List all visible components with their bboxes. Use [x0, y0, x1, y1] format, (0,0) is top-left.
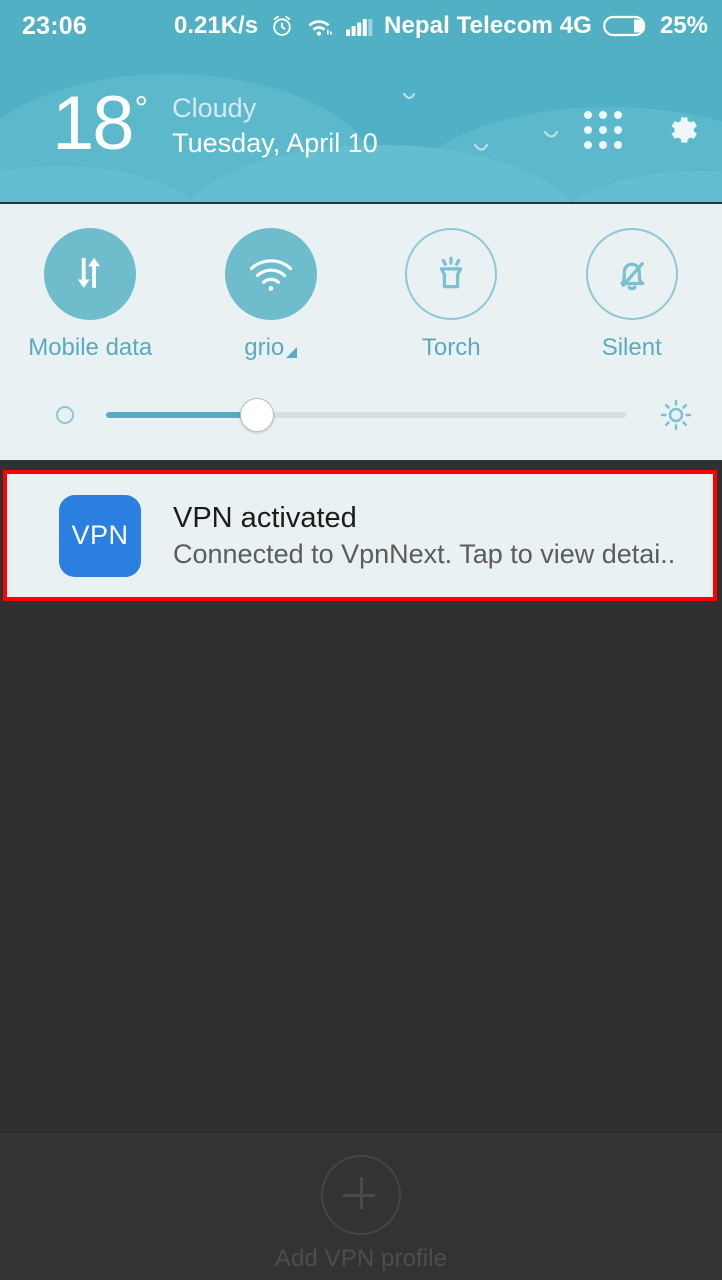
notification-highlight-box: VPN VPN activated Connected to VpnNext. … [3, 470, 717, 601]
qs-label-text: Torch [421, 334, 481, 361]
qs-label-torch: Torch [422, 334, 481, 362]
brightness-slider-fill [106, 412, 257, 418]
qs-toggle-torch[interactable]: Torch [361, 228, 542, 362]
qs-label-wifi: grio [244, 334, 298, 362]
weather-header[interactable]: 18 ° Cloudy Tuesday, April 10 [0, 52, 722, 202]
temperature: 18 ° [52, 81, 149, 166]
qs-label-silent: Silent [602, 334, 662, 362]
qs-toggle-wifi[interactable]: grio [181, 228, 362, 362]
qs-toggle-mobile-data[interactable]: Mobile data [0, 228, 181, 362]
plus-icon [321, 1155, 401, 1235]
qs-label-text: Silent [601, 334, 662, 361]
brightness-slider-thumb[interactable] [239, 398, 274, 432]
qs-label-text: grio [244, 334, 285, 361]
quick-settings-panel: Mobile data grio Torch Silent [0, 202, 722, 462]
vpn-app-icon: VPN [59, 494, 141, 577]
weather-condition: Cloudy [172, 93, 257, 123]
vpn-app-icon-label: VPN [71, 520, 129, 550]
notification-title: VPN activated [173, 501, 357, 534]
wifi-signal-triangle-icon [286, 347, 298, 358]
weather-date: Tuesday, April 10 [172, 128, 378, 158]
android-screen: Add VPN profile 23:06 0.21K/s Nepal Tele… [0, 0, 722, 1280]
battery-icon [603, 13, 649, 39]
torch-icon [405, 228, 498, 320]
brightness-slider-track[interactable] [106, 398, 626, 432]
qs-label-mobile-data: Mobile data [28, 334, 152, 362]
temperature-value: 18 [52, 81, 135, 166]
qs-label-text: Mobile data [28, 334, 153, 361]
degree-symbol: ° [134, 90, 149, 128]
wifi-icon [306, 14, 334, 38]
apps-grid-icon[interactable] [584, 111, 622, 149]
add-vpn-profile-label: Add VPN profile [274, 1245, 448, 1272]
status-bar-clock: 23:06 [22, 11, 87, 40]
carrier-label: Nepal Telecom 4G [384, 12, 592, 39]
add-vpn-profile-button[interactable]: Add VPN profile [0, 1155, 722, 1273]
brightness-sun-icon [658, 397, 694, 433]
status-bar: 23:06 0.21K/s Nepal Telecom 4G 25% [0, 0, 722, 52]
mobile-data-icon [44, 228, 137, 320]
brightness-low-icon [56, 406, 74, 424]
wifi-icon [224, 228, 317, 320]
notification-subtitle: Connected to VpnNext. Tap to view detai.… [173, 538, 676, 569]
brightness-slider-row[interactable] [0, 392, 722, 438]
notification-vpn[interactable]: VPN VPN activated Connected to VpnNext. … [7, 474, 713, 597]
alarm-icon [269, 13, 295, 39]
gear-icon[interactable] [662, 112, 698, 148]
network-speed-label: 0.21K/s [173, 12, 259, 39]
bell-off-icon [585, 228, 678, 320]
battery-percent-label: 25% [659, 12, 708, 39]
notification-shade: 23:06 0.21K/s Nepal Telecom 4G 25% 18 ° … [0, 0, 722, 601]
signal-bars-icon [345, 14, 373, 38]
qs-toggle-silent[interactable]: Silent [542, 228, 722, 362]
